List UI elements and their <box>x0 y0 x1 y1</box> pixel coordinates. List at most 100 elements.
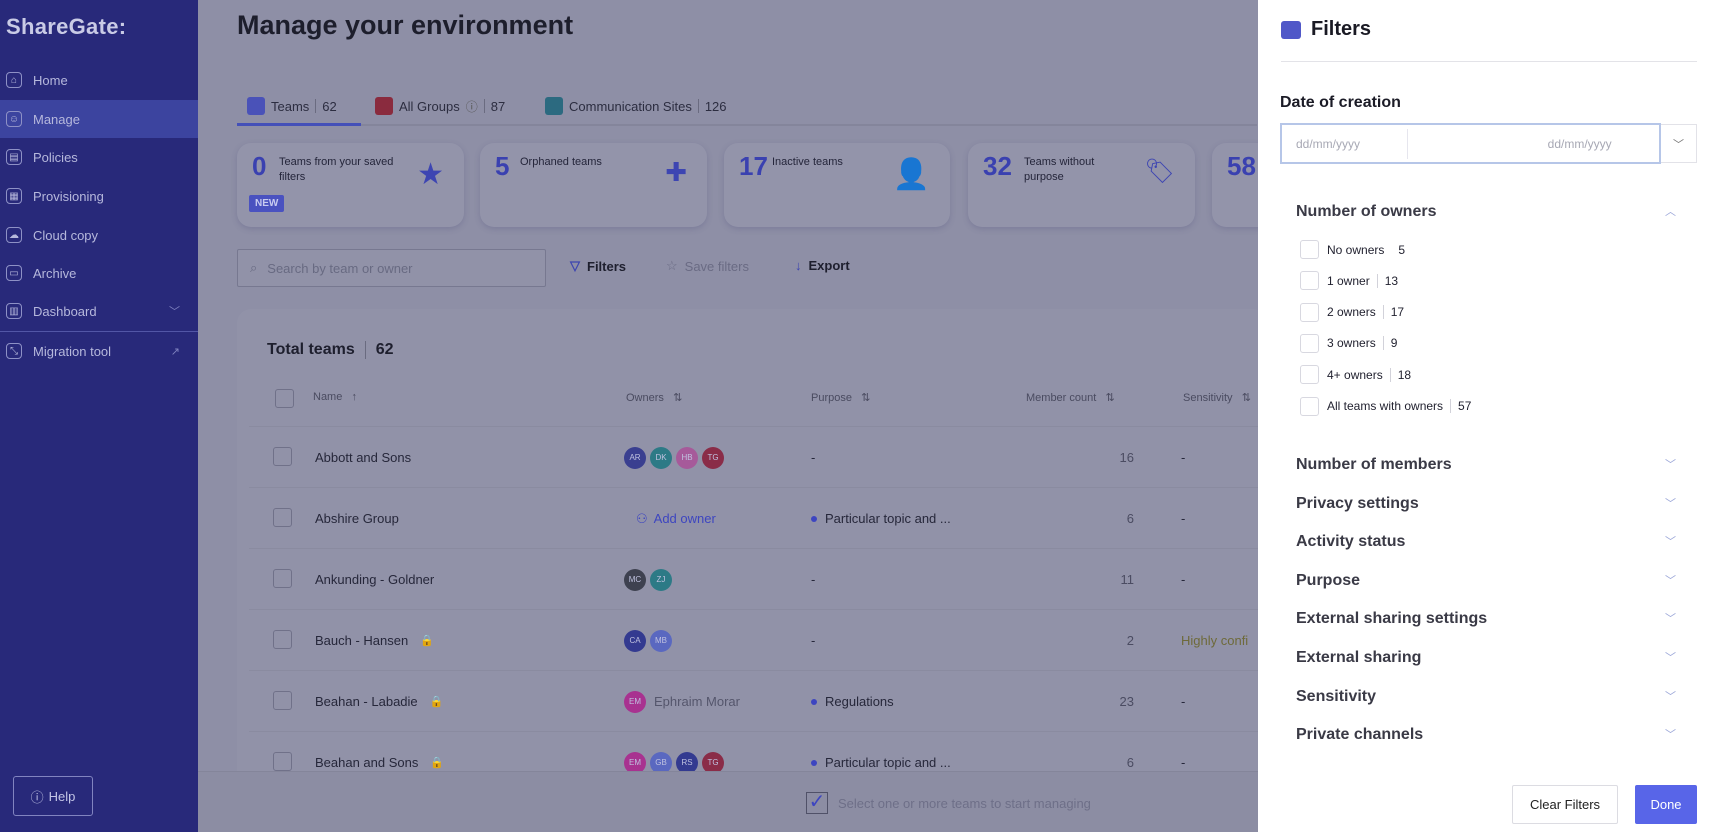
team-name-label: Beahan and Sons <box>315 755 419 770</box>
stat-card-inactive[interactable]: 17 Inactive teams 👤 <box>724 143 950 227</box>
add-owner-link[interactable]: Add owner <box>654 511 716 526</box>
table-row[interactable]: Bauch - Hansen 🔒 CA MB - 2 Highly confi <box>249 609 1258 670</box>
row-checkbox[interactable] <box>273 752 292 771</box>
sidebar-item-home[interactable]: ⌂ Home <box>0 61 198 99</box>
column-header-name[interactable]: Name ↑ <box>313 391 357 403</box>
team-name[interactable]: Ankunding - Goldner <box>315 549 434 610</box>
section-number-of-owners[interactable]: Number of owners ︿ <box>1296 203 1676 221</box>
section-label: Activity status <box>1296 533 1406 551</box>
stat-card-saved-filters[interactable]: 0 Teams from your saved filters ★ NEW <box>237 143 464 227</box>
table-row[interactable]: Ankunding - Goldner MC ZJ - 11 - <box>249 548 1258 609</box>
section-private-channels[interactable]: Private channels ﹀ <box>1296 726 1676 744</box>
purpose: - <box>811 572 816 587</box>
section-purpose[interactable]: Purpose ﹀ <box>1296 572 1676 590</box>
option-checkbox[interactable] <box>1300 333 1319 353</box>
tab-communication-sites[interactable]: Communication Sites 126 <box>545 86 727 126</box>
row-checkbox[interactable] <box>273 569 292 588</box>
owner-avatar[interactable]: HB <box>676 446 698 469</box>
tab-all-groups[interactable]: All Groups ⓘ 87 <box>375 86 505 126</box>
section-label: Purpose <box>1296 571 1361 589</box>
owner-option[interactable]: All teams with owners 57 <box>1300 396 1471 416</box>
owner-avatar[interactable]: MC <box>624 568 646 591</box>
owner-option[interactable]: No owners 5 <box>1300 240 1405 259</box>
owner-option[interactable]: 4+ owners 18 <box>1300 365 1411 385</box>
tab-bar: Teams 62 All Groups ⓘ 87 Communication Site… <box>237 86 1257 126</box>
stat-number: 5 <box>495 151 510 181</box>
owner-option[interactable]: 1 owner 13 <box>1300 271 1398 291</box>
stat-card-orphaned[interactable]: 5 Orphaned teams ✚ <box>480 143 707 227</box>
owner-avatar[interactable]: AR <box>624 446 646 469</box>
sidebar-item-archive[interactable]: ▭ Archive <box>0 254 198 292</box>
option-checkbox[interactable] <box>1300 365 1319 385</box>
owner-avatar[interactable]: ZJ <box>650 568 672 591</box>
tab-teams[interactable]: Teams 62 <box>247 86 337 126</box>
search-input[interactable]: ⌕ Search by team or owner <box>237 249 546 287</box>
sidebar-item-cloud-copy[interactable]: ☁ Cloud copy <box>0 216 198 254</box>
option-checkbox[interactable] <box>1300 240 1319 259</box>
purpose-dot <box>811 515 817 522</box>
export-button[interactable]: ↓ Export <box>795 258 850 273</box>
owner-option[interactable]: 2 owners 17 <box>1300 302 1405 322</box>
team-name[interactable]: Bauch - Hansen 🔒 <box>315 610 434 671</box>
owner-avatar[interactable]: EM <box>624 690 646 713</box>
team-name[interactable]: Abshire Group <box>315 488 399 549</box>
sidebar-item-manage[interactable]: ☺ Manage <box>0 100 198 138</box>
tab-count: 126 <box>704 98 727 114</box>
row-checkbox[interactable] <box>273 691 292 710</box>
table-row[interactable]: Abbott and Sons AR DK HB TG - 16 - <box>249 426 1258 487</box>
sidebar-item-provisioning[interactable]: ▦ Provisioning <box>0 177 198 215</box>
select-all-checkbox[interactable] <box>275 389 294 408</box>
option-checkbox[interactable] <box>1300 396 1319 416</box>
done-button[interactable]: Done <box>1635 785 1697 824</box>
download-icon: ↓ <box>795 258 802 273</box>
team-name[interactable]: Beahan - Labadie 🔒 <box>315 671 443 732</box>
sidebar-item-policies[interactable]: ▤ Policies <box>0 138 198 176</box>
tab-label: Communication Sites <box>569 98 692 114</box>
owner-avatar[interactable]: CA <box>624 629 646 652</box>
owner-avatar[interactable]: MB <box>650 629 672 652</box>
clear-filters-button[interactable]: Clear Filters <box>1512 785 1618 824</box>
owner-avatar[interactable]: TG <box>702 446 724 469</box>
sidebar-item-label: Provisioning <box>33 188 104 204</box>
row-checkbox[interactable] <box>273 630 292 649</box>
table-row[interactable]: Beahan - Labadie 🔒 EM Ephraim Morar Regula… <box>249 670 1258 731</box>
column-header-sensitivity[interactable]: Sensitivity ⇅ <box>1183 391 1251 404</box>
section-external-sharing[interactable]: External sharing ﹀ <box>1296 649 1676 667</box>
option-count: 17 <box>1390 305 1405 320</box>
sharepoint-icon <box>545 97 563 115</box>
table-row[interactable]: Abshire Group ⚇ Add owner Particular topi… <box>249 487 1258 548</box>
row-checkbox[interactable] <box>273 447 292 466</box>
save-filters-button[interactable]: ☆ Save filters <box>666 258 749 274</box>
row-checkbox[interactable] <box>273 508 292 527</box>
date-range-input[interactable]: dd/mm/yyyy dd/mm/yyyy <box>1280 123 1661 164</box>
section-privacy-settings[interactable]: Privacy settings ﹀ <box>1296 495 1676 513</box>
owner-avatar[interactable]: DK <box>650 446 672 469</box>
column-header-purpose[interactable]: Purpose ⇅ <box>811 391 870 404</box>
owner-name: Ephraim Morar <box>654 694 740 709</box>
section-activity-status[interactable]: Activity status ﹀ <box>1296 533 1676 551</box>
team-name[interactable]: Abbott and Sons <box>315 427 411 488</box>
date-to-input[interactable]: dd/mm/yyyy <box>1534 137 1659 151</box>
filters-button[interactable]: ▽ Filters <box>570 258 626 274</box>
purpose: Particular topic and ... <box>825 511 951 526</box>
chevron-down-icon: ﹀ <box>1665 536 1676 549</box>
sidebar-item-migration-tool[interactable]: ⤡ Migration tool ↗ <box>0 332 198 370</box>
option-checkbox[interactable] <box>1300 271 1319 291</box>
team-name-label: Abbott and Sons <box>315 450 412 465</box>
date-dropdown-button[interactable]: ﹀ <box>1661 124 1697 163</box>
team-name-label: Ankunding - Goldner <box>315 572 435 587</box>
option-label: 4+ owners <box>1327 367 1383 382</box>
help-button[interactable]: ⓘ Help <box>13 776 93 816</box>
owner-option[interactable]: 3 owners 9 <box>1300 333 1397 353</box>
stat-card-no-purpose[interactable]: 32 Teams without purpose 🏷 <box>968 143 1195 227</box>
section-sensitivity[interactable]: Sensitivity ﹀ <box>1296 688 1676 706</box>
sidebar: ShareGate: ⌂ Home ☺ Manage ▤ Policies ▦ Provisi… <box>0 0 198 832</box>
column-header-owners[interactable]: Owners ⇅ <box>626 391 682 404</box>
chevron-down-icon: ﹀ <box>1665 497 1676 510</box>
sidebar-item-dashboard[interactable]: ▥ Dashboard ﹀ <box>0 292 198 330</box>
column-header-member-count[interactable]: Member count ⇅ <box>1026 391 1115 404</box>
section-external-sharing-settings[interactable]: External sharing settings ﹀ <box>1296 610 1676 628</box>
option-checkbox[interactable] <box>1300 302 1319 322</box>
section-number-of-members[interactable]: Number of members ﹀ <box>1296 456 1676 474</box>
date-from-input[interactable]: dd/mm/yyyy <box>1282 137 1407 151</box>
